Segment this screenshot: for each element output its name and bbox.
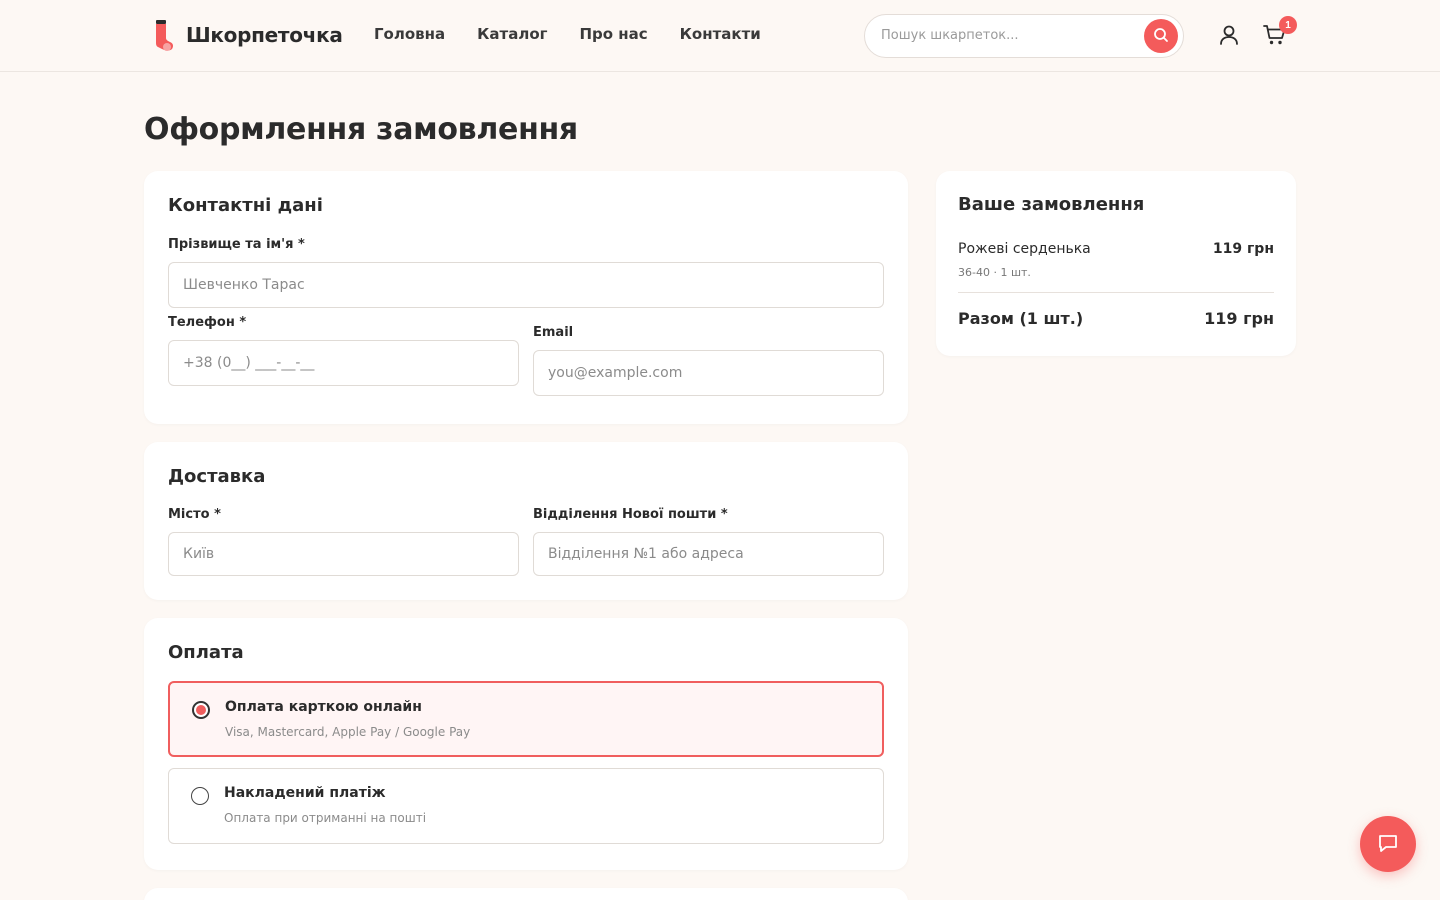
account-button[interactable] [1215,22,1243,50]
next-card [144,888,908,900]
payment-option-cod[interactable]: Накладений платіж Оплата при отриманні н… [168,768,884,844]
summary-title: Ваше замовлення [958,194,1145,215]
item-name: Рожеві серденька [958,241,1091,257]
item-meta: 36-40 · 1 шт. [958,266,1031,279]
nav-catalog[interactable]: Каталог [477,25,547,43]
delivery-card: Доставка Місто * Відділення Нової пошти … [144,442,908,600]
delivery-title: Доставка [168,466,266,487]
search-icon [1153,27,1169,46]
logo[interactable]: Шкорпеточка [152,18,343,52]
page-title: Оформлення замовлення [144,112,578,147]
search-button[interactable] [1144,19,1178,53]
branch-field[interactable] [533,532,884,576]
payment-radio-card[interactable] [192,701,210,719]
payment-option-title: Накладений платіж [224,785,386,801]
chat-button[interactable] [1360,816,1416,872]
summary-total: Разом (1 шт.) 119 грн [958,309,1274,333]
nav-about[interactable]: Про нас [579,25,647,43]
search-input[interactable] [881,15,1137,56]
chat-icon [1376,831,1400,858]
contact-title: Контактні дані [168,195,323,216]
payment-option-title: Оплата карткою онлайн [225,699,422,715]
total-value: 119 грн [1204,309,1274,328]
payment-option-card[interactable]: Оплата карткою онлайн Visa, Mastercard, … [168,681,884,757]
name-label: Прізвище та ім'я * [168,237,305,252]
item-price: 119 грн [1212,241,1274,257]
phone-field[interactable] [168,340,519,386]
email-field[interactable] [533,350,884,396]
contact-card: Контактні дані Прізвище та ім'я * Телефо… [144,171,908,424]
summary-divider [958,292,1274,293]
summary-item: Рожеві серденька 119 грн [958,241,1274,261]
payment-card: Оплата Оплата карткою онлайн Visa, Maste… [144,618,908,870]
brand-name: Шкорпеточка [186,23,343,47]
payment-title: Оплата [168,642,244,663]
payment-radio-cod[interactable] [191,787,209,805]
user-icon [1218,24,1240,49]
main-nav: Головна Каталог Про нас Контакти [374,25,761,43]
city-label: Місто * [168,507,221,522]
cart-count-badge: 1 [1279,16,1297,34]
sock-logo-icon [152,18,176,52]
total-label: Разом (1 шт.) [958,309,1084,328]
phone-label: Телефон * [168,315,247,330]
cart-button[interactable]: 1 [1261,16,1297,50]
name-field[interactable] [168,262,884,308]
email-label: Email [533,325,574,340]
nav-home[interactable]: Головна [374,25,445,43]
payment-option-subtitle: Оплата при отриманні на пошті [224,811,427,825]
search-bar [864,14,1184,58]
site-header: Шкорпеточка Головна Каталог Про нас Конт… [0,0,1440,72]
city-field[interactable] [168,532,519,576]
nav-contacts[interactable]: Контакти [680,25,761,43]
branch-label: Відділення Нової пошти * [533,507,728,522]
payment-option-subtitle: Visa, Mastercard, Apple Pay / Google Pay [225,725,471,739]
order-summary: Ваше замовлення Рожеві серденька 119 грн… [936,171,1296,356]
